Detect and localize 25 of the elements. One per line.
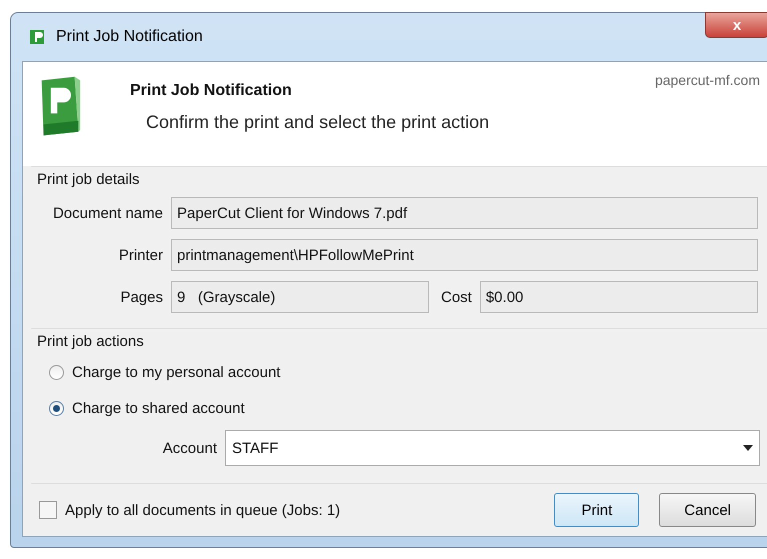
field-label: Pages bbox=[119, 288, 163, 306]
section-title: Print job actions bbox=[37, 333, 145, 350]
printer-field[interactable]: printmanagement\HPFollowMePrint bbox=[171, 239, 758, 271]
checkbox-label[interactable]: Apply to all documents in queue (Jobs: 1) bbox=[65, 502, 340, 518]
field-label: Account bbox=[162, 440, 217, 456]
cost-field[interactable]: $0.00 bbox=[480, 281, 758, 313]
checkbox[interactable] bbox=[39, 501, 57, 519]
field-label: Printer bbox=[118, 246, 163, 264]
print-button[interactable]: Print bbox=[554, 493, 640, 527]
caret-icon bbox=[743, 445, 753, 451]
radio-label[interactable]: Charge to shared account bbox=[72, 400, 245, 416]
pages-field[interactable]: 9 (Grayscale) bbox=[171, 281, 429, 313]
field-label: Document name bbox=[52, 204, 163, 222]
radio-label[interactable]: Charge to my personal account bbox=[72, 364, 280, 380]
dialog-subtitle: Confirm the print and select the print action bbox=[146, 112, 490, 133]
cancel-button[interactable]: Cancel bbox=[659, 493, 756, 527]
document-name-field[interactable]: PaperCut Client for Windows 7.pdf bbox=[171, 197, 758, 229]
account-dropdown[interactable]: STAFF bbox=[225, 430, 760, 466]
window-title: Print Job Notification bbox=[56, 28, 203, 46]
field-label: Cost bbox=[441, 288, 472, 306]
radio-button[interactable] bbox=[49, 364, 64, 380]
dialog-heading: Print Job Notification bbox=[130, 82, 293, 100]
radio-button[interactable] bbox=[49, 400, 64, 416]
section-title: Print job details bbox=[37, 171, 141, 188]
website-label: papercut-mf.com bbox=[654, 72, 760, 88]
